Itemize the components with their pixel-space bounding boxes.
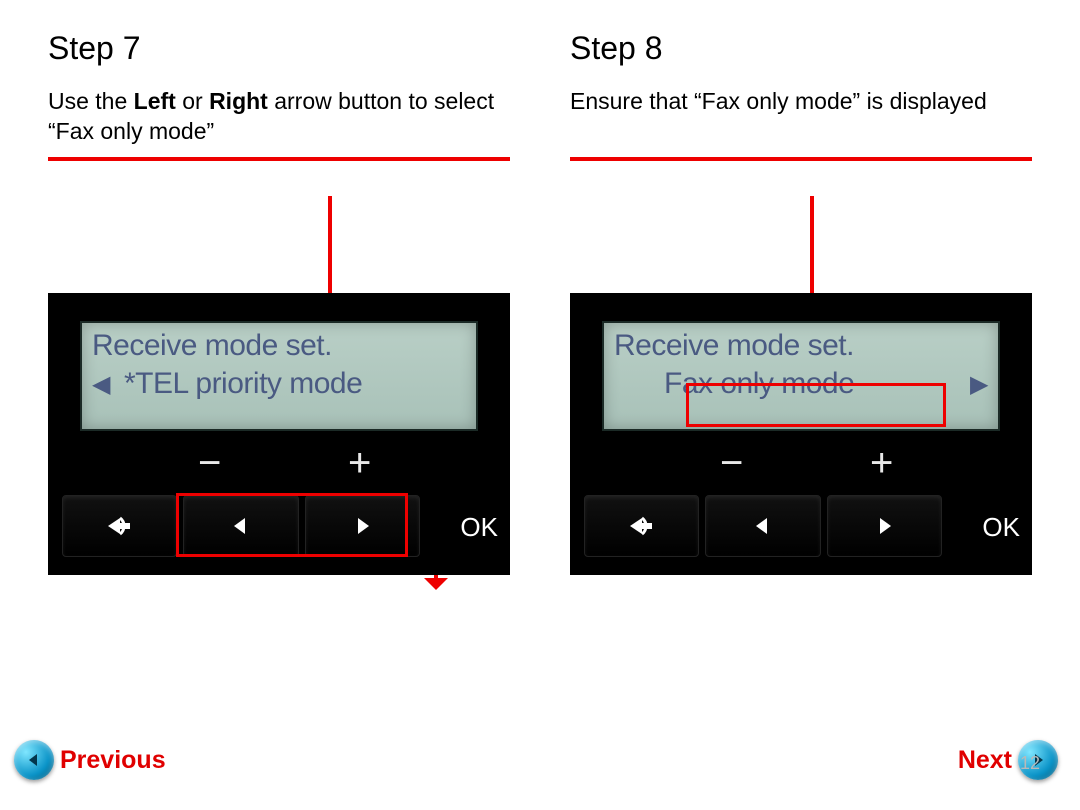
next-label: Next	[958, 746, 1012, 775]
page-number: 12	[1020, 753, 1040, 774]
lcd-screen: Receive mode set. ◀ *TEL priority mode	[80, 321, 478, 431]
lcd-screen: Receive mode set. Fax only mode ▶	[602, 321, 1000, 431]
minus-label: −	[198, 441, 221, 486]
button-row	[62, 495, 496, 557]
arrowhead-down-icon	[424, 578, 448, 590]
previous-button[interactable]: Previous	[14, 740, 166, 780]
callout-underline	[570, 157, 1032, 161]
text: Use the	[48, 88, 134, 114]
lcd-line2-text: *TEL priority mode	[124, 367, 362, 401]
text: or	[176, 88, 209, 114]
back-button[interactable]	[584, 495, 699, 557]
device-panel-wrap: Receive mode set. ◀ *TEL priority mode −…	[48, 293, 510, 575]
back-button[interactable]	[62, 495, 177, 557]
button-row	[584, 495, 1018, 557]
step8-title: Step 8	[570, 30, 1032, 67]
plus-label: +	[348, 441, 371, 486]
previous-icon	[14, 740, 54, 780]
lcd-left-arrow-icon: ◀	[92, 370, 110, 399]
step7-description: Use the Left or Right arrow button to se…	[48, 87, 510, 147]
lcd-line1: Receive mode set.	[92, 329, 466, 363]
text-bold: Left	[134, 88, 176, 114]
right-arrow-button[interactable]	[827, 495, 942, 557]
step7-title: Step 7	[48, 30, 510, 67]
previous-label: Previous	[60, 746, 166, 775]
footer: Previous Next 12	[0, 740, 1080, 780]
left-arrow-button[interactable]	[183, 495, 298, 557]
ok-label: OK	[982, 512, 1020, 543]
step8-description: Ensure that “Fax only mode” is displayed	[570, 87, 1032, 147]
step8-column: Step 8 Ensure that “Fax only mode” is di…	[570, 30, 1032, 575]
printer-control-panel: Receive mode set. ◀ *TEL priority mode −…	[48, 293, 510, 575]
callout-underline	[48, 157, 510, 161]
next-button[interactable]: Next	[958, 740, 1058, 780]
plus-label: +	[870, 441, 893, 486]
lcd-line1: Receive mode set.	[614, 329, 988, 363]
lcd-right-arrow-icon: ▶	[970, 370, 988, 399]
minus-label: −	[720, 441, 743, 486]
printer-control-panel: Receive mode set. Fax only mode ▶ − +	[570, 293, 1032, 575]
left-arrow-button[interactable]	[705, 495, 820, 557]
ok-label: OK	[460, 512, 498, 543]
text-bold: Right	[209, 88, 268, 114]
highlight-lcd-text	[686, 383, 946, 427]
step7-column: Step 7 Use the Left or Right arrow butto…	[48, 30, 510, 575]
device-panel-wrap: Receive mode set. Fax only mode ▶ − +	[570, 293, 1032, 575]
lcd-line2: ◀ *TEL priority mode	[92, 367, 466, 401]
right-arrow-button[interactable]	[305, 495, 420, 557]
